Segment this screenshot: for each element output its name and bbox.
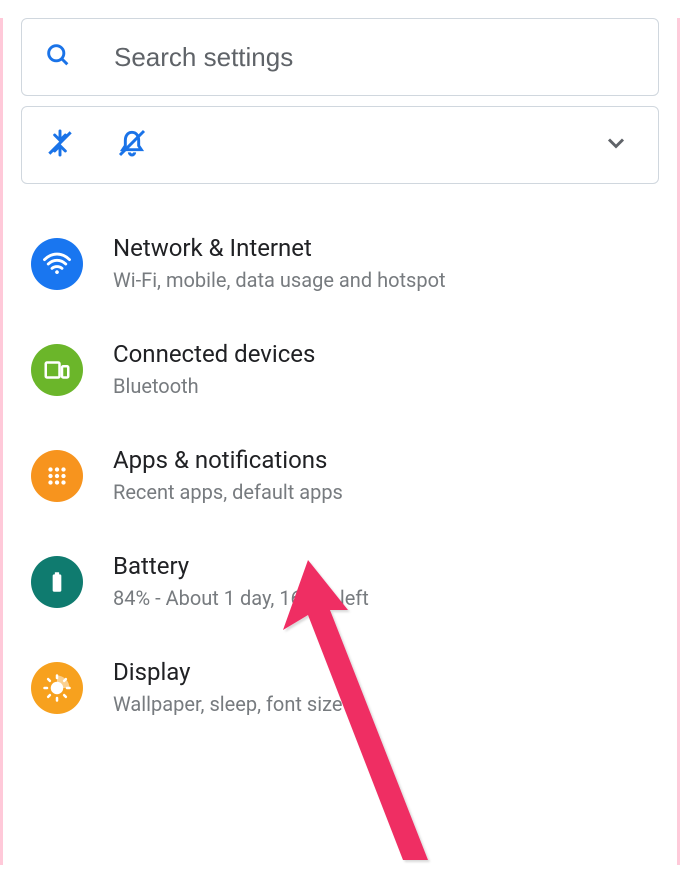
devices-icon — [31, 344, 83, 396]
setting-item-battery[interactable]: Battery 84% - About 1 day, 16 hrs left — [21, 528, 659, 634]
setting-title: Battery — [113, 552, 649, 580]
setting-text: Apps & notifications Recent apps, defaul… — [113, 446, 649, 504]
apps-icon — [31, 450, 83, 502]
display-icon — [31, 662, 83, 714]
notifications-off-icon — [116, 127, 148, 163]
wifi-icon — [31, 238, 83, 290]
search-input[interactable] — [114, 42, 636, 73]
setting-subtitle: Wallpaper, sleep, font size — [113, 692, 649, 716]
setting-item-connected[interactable]: Connected devices Bluetooth — [21, 316, 659, 422]
setting-title: Connected devices — [113, 340, 649, 368]
setting-text: Battery 84% - About 1 day, 16 hrs left — [113, 552, 649, 610]
setting-item-apps[interactable]: Apps & notifications Recent apps, defaul… — [21, 422, 659, 528]
setting-title: Apps & notifications — [113, 446, 649, 474]
setting-item-network[interactable]: Network & Internet Wi-Fi, mobile, data u… — [21, 224, 659, 316]
battery-icon — [31, 556, 83, 608]
status-suggestions-bar[interactable] — [21, 106, 659, 184]
settings-list: Network & Internet Wi-Fi, mobile, data u… — [3, 194, 677, 740]
setting-item-display[interactable]: Display Wallpaper, sleep, font size — [21, 634, 659, 740]
setting-text: Connected devices Bluetooth — [113, 340, 649, 398]
chevron-down-icon — [602, 129, 630, 161]
setting-subtitle: Bluetooth — [113, 374, 649, 398]
search-icon — [44, 41, 72, 73]
data-saver-off-icon — [44, 127, 76, 163]
setting-subtitle: Recent apps, default apps — [113, 480, 649, 504]
search-bar[interactable] — [21, 18, 659, 96]
setting-title: Display — [113, 658, 649, 686]
setting-text: Network & Internet Wi-Fi, mobile, data u… — [113, 234, 649, 292]
setting-title: Network & Internet — [113, 234, 649, 262]
setting-subtitle: 84% - About 1 day, 16 hrs left — [113, 586, 649, 610]
setting-text: Display Wallpaper, sleep, font size — [113, 658, 649, 716]
setting-subtitle: Wi-Fi, mobile, data usage and hotspot — [113, 268, 649, 292]
